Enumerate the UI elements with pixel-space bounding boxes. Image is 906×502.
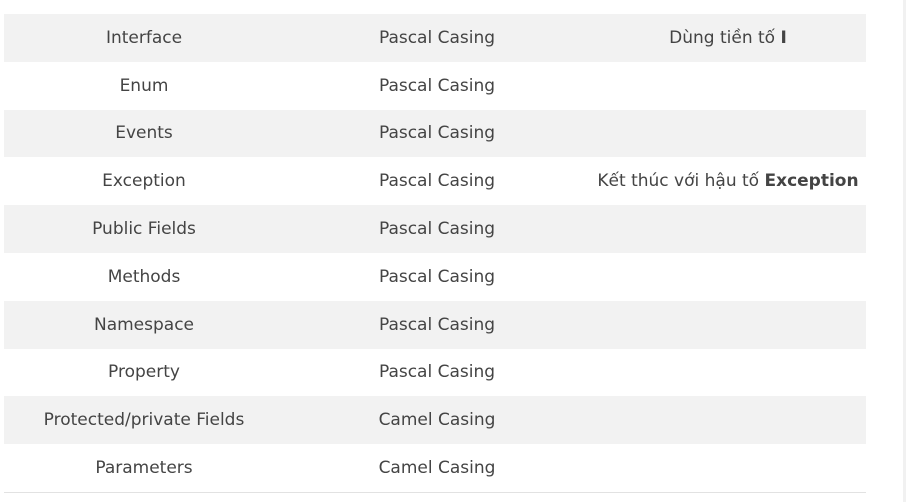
- table-row: Enum Pascal Casing: [4, 61, 866, 110]
- cell-element-type: Methods: [107, 266, 181, 287]
- table-row: Exception Pascal Casing Kết thúc với hậu…: [4, 157, 866, 206]
- cell-casing: Camel Casing: [378, 410, 496, 431]
- cell-casing: Pascal Casing: [378, 123, 496, 144]
- cell-element-type: Interface: [105, 27, 183, 48]
- table-row: Namespace Pascal Casing: [4, 300, 866, 349]
- cell-casing: Camel Casing: [378, 458, 496, 479]
- table-row: Parameters Camel Casing: [4, 444, 866, 492]
- cell-element-type: Property: [108, 362, 180, 383]
- cell-casing: Pascal Casing: [378, 75, 496, 96]
- table-row: Property Pascal Casing: [4, 348, 866, 397]
- cell-element-type: Exception: [102, 171, 186, 192]
- cell-note: Dùng tiền tố I: [590, 28, 866, 48]
- naming-convention-table: Interface Pascal Casing Dùng tiền tố I E…: [4, 14, 866, 492]
- cell-note: Kết thúc với hậu tố Exception: [590, 171, 866, 191]
- cell-element-type: Events: [115, 123, 173, 144]
- cell-casing: Pascal Casing: [378, 219, 496, 240]
- table-bottom-divider: [4, 492, 866, 493]
- note-text: Kết thúc với hậu tố: [597, 171, 765, 192]
- cell-element-type: Parameters: [95, 458, 193, 479]
- cell-casing: Pascal Casing: [378, 27, 496, 48]
- cell-element-type: Namespace: [93, 314, 195, 335]
- cell-casing: Pascal Casing: [378, 362, 496, 383]
- note-text: Dùng tiền tố: [669, 27, 781, 48]
- table-row: Methods Pascal Casing: [4, 252, 866, 301]
- table-row: Protected/private Fields Camel Casing: [4, 396, 866, 445]
- cell-casing: Pascal Casing: [378, 314, 496, 335]
- cell-element-type: Public Fields: [92, 219, 196, 240]
- cell-casing: Pascal Casing: [378, 266, 496, 287]
- note-bold: Exception: [764, 171, 859, 192]
- table-row: Interface Pascal Casing Dùng tiền tố I: [4, 14, 866, 62]
- table-row: Public Fields Pascal Casing: [4, 205, 866, 253]
- cell-element-type: Enum: [119, 75, 169, 96]
- note-bold: I: [780, 27, 787, 48]
- cell-element-type: Protected/private Fields: [43, 410, 245, 431]
- table-row: Events Pascal Casing: [4, 109, 866, 158]
- cell-casing: Pascal Casing: [378, 171, 496, 192]
- page: Interface Pascal Casing Dùng tiền tố I E…: [0, 0, 906, 502]
